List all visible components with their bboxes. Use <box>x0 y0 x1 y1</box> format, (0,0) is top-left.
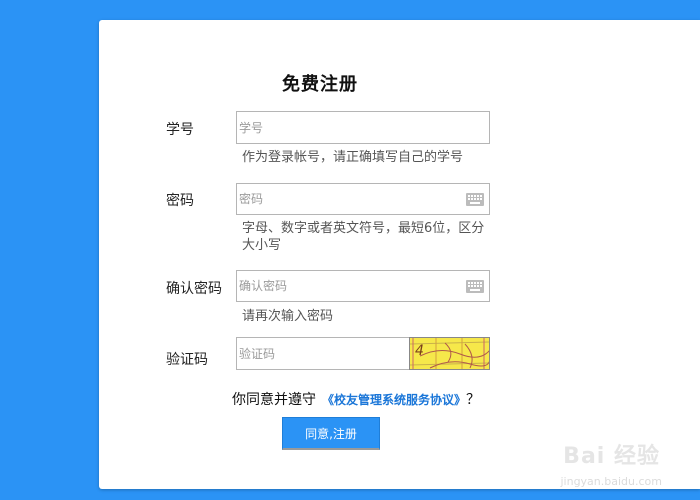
student-id-label: 学号 <box>166 122 194 138</box>
page-title: 免费注册 <box>282 74 358 95</box>
student-id-input[interactable] <box>237 112 489 143</box>
captcha-text: 4 <box>415 343 424 359</box>
agreement-prefix: 你同意并遵守 <box>232 392 316 408</box>
agreement-suffix: ？ <box>466 392 481 408</box>
confirm-password-label: 确认密码 <box>166 281 222 297</box>
captcha-input[interactable] <box>237 338 409 369</box>
captcha-field-box <box>236 337 410 370</box>
confirm-password-field-box <box>236 270 490 302</box>
password-hint: 字母、数字或者英文符号，最短6位，区分大小写 <box>242 221 485 253</box>
captcha-label: 验证码 <box>166 352 208 368</box>
registration-panel <box>99 20 700 489</box>
password-input[interactable] <box>237 184 489 214</box>
agree-register-button[interactable]: 同意,注册 <box>282 417 380 450</box>
agreement-link[interactable]: 《校友管理系统服务协议》 <box>322 393 466 407</box>
agreement-line: 你同意并遵守 《校友管理系统服务协议》？ <box>232 389 480 409</box>
password-label: 密码 <box>166 193 194 209</box>
watermark-logo: Bai 经验 <box>563 444 660 469</box>
captcha-image[interactable]: 4 <box>409 337 490 370</box>
watermark-url: jingyan.baidu.com <box>560 475 662 488</box>
keyboard-icon[interactable] <box>466 280 484 293</box>
confirm-password-input[interactable] <box>237 271 489 301</box>
student-id-field-box <box>236 111 490 144</box>
keyboard-icon[interactable] <box>466 193 484 206</box>
confirm-password-hint: 请再次输入密码 <box>242 309 334 324</box>
password-field-box <box>236 183 490 215</box>
student-id-hint: 作为登录帐号，请正确填写自己的学号 <box>242 150 464 165</box>
